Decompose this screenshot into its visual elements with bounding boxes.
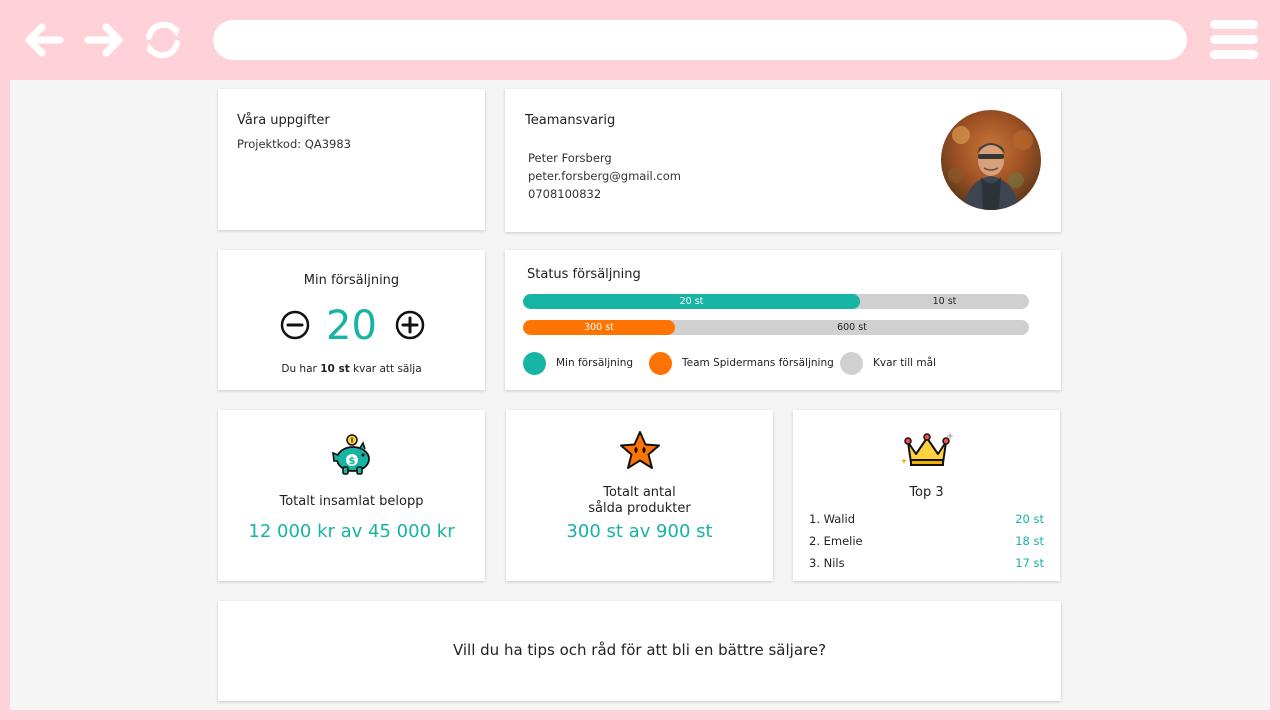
my-progress-rest-label: 10 st — [932, 296, 957, 307]
avatar — [941, 110, 1041, 210]
total-products-title-line1: Totalt antal — [603, 485, 676, 500]
forward-arrow-icon[interactable] — [82, 18, 126, 62]
team-leader-contact: Peter Forsberg peter.forsberg@gmail.com … — [528, 149, 681, 203]
remaining-suffix: kvar att sälja — [349, 363, 422, 375]
legend-label: Team Spidermans försäljning — [682, 357, 834, 369]
list-item: 2. Emelie 18 st — [809, 531, 1044, 553]
list-item: 1. Walid 20 st — [809, 509, 1044, 531]
project-info-card: Våra uppgifter Projektkod: QA3983 — [218, 89, 485, 230]
top-three-card: Top 3 1. Walid 20 st 2. Emelie 18 st 3. … — [793, 410, 1060, 581]
sales-stepper: 20 — [218, 304, 485, 348]
svg-text:$: $ — [348, 456, 355, 467]
tips-card[interactable]: Vill du ha tips och råd för att bli en b… — [218, 601, 1061, 701]
top-value: 17 st — [1015, 556, 1044, 570]
crown-icon — [900, 430, 954, 472]
my-sales-value: 20 — [326, 303, 377, 349]
total-amount-card: $ Totalt insamlat belopp 12 000 kr av 45… — [218, 410, 485, 581]
top-name: 1. Walid — [809, 512, 855, 526]
star-icon — [618, 429, 662, 477]
my-sales-title: Min försäljning — [303, 273, 400, 288]
total-products-title-line2: sålda produkter — [588, 501, 691, 516]
total-products-title: Totalt antal sålda produkter — [506, 485, 773, 517]
top-name: 3. Nils — [809, 556, 845, 570]
team-progress-bar: 300 st 600 st — [523, 320, 1029, 335]
sales-status-card: Status försäljning 20 st 10 st 300 st 60… — [505, 250, 1061, 390]
my-sales-card: Min försäljning 20 Du har 10 st kvar att… — [218, 250, 485, 390]
my-progress-bar: 20 st 10 st — [523, 294, 1029, 309]
tips-link[interactable]: Vill du ha tips och råd för att bli en b… — [218, 641, 1061, 659]
address-bar[interactable] — [213, 20, 1187, 60]
top-three-list: 1. Walid 20 st 2. Emelie 18 st 3. Nils 1… — [809, 509, 1044, 575]
reload-icon[interactable] — [141, 18, 185, 62]
total-amount-value: 12 000 kr av 45 000 kr — [248, 521, 455, 542]
team-progress-rest-label: 600 st — [837, 322, 867, 333]
team-leader-name: Peter Forsberg — [528, 151, 612, 165]
project-code: Projektkod: QA3983 — [237, 137, 351, 151]
browser-toolbar — [0, 0, 1280, 80]
remaining-text: Du har 10 st kvar att sälja — [218, 363, 485, 375]
legend-label: Kvar till mål — [873, 357, 936, 369]
team-leader-card: Teamansvarig Peter Forsberg peter.forsbe… — [505, 89, 1061, 232]
remaining-prefix: Du har — [281, 363, 321, 375]
legend-dot — [840, 352, 863, 375]
list-item: 3. Nils 17 st — [809, 553, 1044, 575]
plus-circle-icon — [395, 310, 425, 340]
top-value: 18 st — [1015, 534, 1044, 548]
team-leader-email: peter.forsberg@gmail.com — [528, 169, 681, 183]
total-amount-title: Totalt insamlat belopp — [279, 494, 424, 509]
status-legend: Min försäljning Team Spidermans försäljn… — [523, 352, 1043, 376]
hamburger-menu-icon[interactable] — [1210, 20, 1258, 60]
my-progress-filled-label: 20 st — [679, 296, 704, 307]
remaining-value: 10 st — [320, 363, 350, 375]
legend-label: Min försäljning — [556, 357, 634, 369]
sales-status-title: Status försäljning — [527, 267, 641, 282]
back-arrow-icon[interactable] — [22, 18, 66, 62]
total-products-value: 300 st av 900 st — [566, 521, 713, 542]
project-info-title: Våra uppgifter — [237, 113, 330, 128]
team-leader-phone: 0708100832 — [528, 187, 602, 201]
top-value: 20 st — [1015, 512, 1044, 526]
total-products-card: Totalt antal sålda produkter 300 st av 9… — [506, 410, 773, 581]
legend-dot — [649, 352, 672, 375]
team-progress-filled-label: 300 st — [584, 322, 614, 333]
top-name: 2. Emelie — [809, 534, 863, 548]
increment-button[interactable] — [394, 309, 426, 341]
top-three-title: Top 3 — [909, 485, 944, 500]
piggy-bank-icon: $ — [330, 433, 374, 481]
legend-dot — [523, 352, 546, 375]
dashboard-page: Våra uppgifter Projektkod: QA3983 Teaman… — [10, 80, 1270, 710]
team-leader-title: Teamansvarig — [525, 113, 616, 128]
